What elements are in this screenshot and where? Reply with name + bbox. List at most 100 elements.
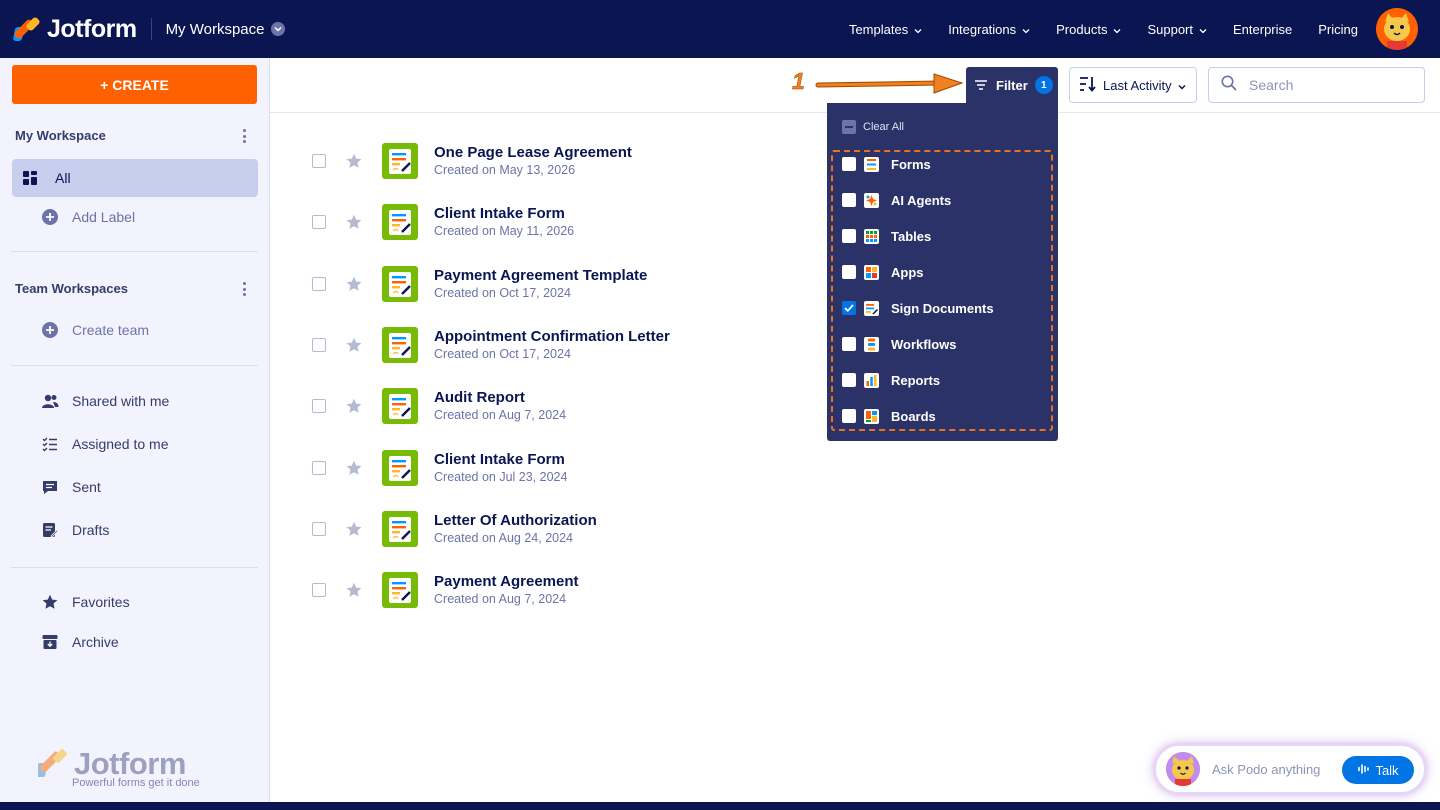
nav-link-label: Support <box>1147 21 1193 37</box>
document-title[interactable]: Payment Agreement <box>434 573 579 591</box>
nav-link-products[interactable]: Products <box>1056 22 1121 37</box>
filter-option-reports[interactable]: Reports <box>842 370 940 390</box>
filter-option-ai-agents[interactable]: AI Agents <box>842 190 951 210</box>
sidebar-item-label: Favorites <box>72 594 130 610</box>
filter-option-tables[interactable]: Tables <box>842 226 931 246</box>
filter-checkbox[interactable] <box>842 337 856 351</box>
star-icon[interactable] <box>346 153 362 169</box>
document-title[interactable]: Letter Of Authorization <box>434 512 597 530</box>
filter-option-sign-documents[interactable]: Sign Documents <box>842 298 994 318</box>
filter-option-workflows[interactable]: Workflows <box>842 334 957 354</box>
podo-avatar <box>1166 752 1200 786</box>
sidebar-item-drafts[interactable]: Drafts <box>12 511 258 549</box>
reports-icon <box>864 372 879 388</box>
row-checkbox[interactable] <box>312 154 326 168</box>
list-item[interactable]: Letter Of Authorization Created on Aug 24… <box>312 509 597 549</box>
sidebar-item-label: Assigned to me <box>72 436 169 452</box>
list-item[interactable]: Appointment Confirmation Letter Created o… <box>312 325 670 365</box>
filter-checkbox[interactable] <box>842 229 856 243</box>
talk-button[interactable]: Talk <box>1342 756 1414 784</box>
team-workspaces-more-icon[interactable] <box>239 282 249 296</box>
archive-icon <box>40 632 60 652</box>
filter-option-label: Forms <box>891 156 931 172</box>
nav-link-label: Templates <box>848 21 909 37</box>
sidebar-item-sent[interactable]: Sent <box>12 468 258 506</box>
sidebar-item-label: All <box>55 170 71 186</box>
list-item[interactable]: Payment Agreement Created on Aug 7, 2024 <box>312 570 579 610</box>
voice-wave-icon <box>1357 763 1370 778</box>
filter-option-label: Sign Documents <box>891 300 994 316</box>
nav-link-pricing[interactable]: Pricing <box>1318 22 1358 37</box>
create-button[interactable]: + CREATE <box>12 65 257 104</box>
my-workspace-more-icon[interactable] <box>239 129 249 143</box>
filter-button[interactable]: Filter 1 <box>966 67 1058 103</box>
filter-icon <box>975 78 987 93</box>
document-title[interactable]: One Page Lease Agreement <box>434 144 632 162</box>
sidebar-item-all[interactable]: All <box>12 159 258 197</box>
filter-option-forms[interactable]: Forms <box>842 154 931 174</box>
star-icon[interactable] <box>346 337 362 353</box>
nav-divider <box>150 18 152 40</box>
jotform-logo[interactable]: Jotform <box>12 15 137 44</box>
filter-checkbox[interactable] <box>842 373 856 387</box>
filter-checkbox[interactable] <box>842 157 856 171</box>
sidebar-item-shared[interactable]: Shared with me <box>12 382 258 420</box>
list-item[interactable]: Payment Agreement Template Created on Oct… <box>312 264 647 304</box>
filter-option-boards[interactable]: Boards <box>842 406 936 426</box>
user-avatar[interactable] <box>1376 8 1418 50</box>
search-input[interactable] <box>1249 77 1409 93</box>
list-item[interactable]: Audit Report Created on Aug 7, 2024 <box>312 386 566 426</box>
podo-assistant[interactable]: Ask Podo anything Talk <box>1154 744 1426 794</box>
filter-option-apps[interactable]: Apps <box>842 262 924 282</box>
nav-links: Templates Integrations Products Support Ente… <box>849 0 1358 58</box>
team-workspaces-title: Team Workspaces <box>15 281 128 296</box>
filter-checkbox[interactable] <box>842 301 856 315</box>
workspace-label: My Workspace <box>165 20 265 38</box>
workspace-switcher[interactable]: My Workspace <box>166 21 286 38</box>
top-navbar: Jotform My Workspace Templates Integratio… <box>0 0 1440 58</box>
nav-link-templates[interactable]: Templates <box>849 22 922 37</box>
star-icon[interactable] <box>346 398 362 414</box>
sidebar-item-archive[interactable]: Archive <box>12 623 258 661</box>
nav-link-enterprise[interactable]: Enterprise <box>1233 22 1292 37</box>
star-icon[interactable] <box>346 460 362 476</box>
document-title[interactable]: Payment Agreement Template <box>434 267 647 285</box>
list-item[interactable]: One Page Lease Agreement Created on May 1… <box>312 141 632 181</box>
sort-dropdown[interactable]: Last Activity <box>1069 67 1197 103</box>
nav-link-support[interactable]: Support <box>1147 22 1207 37</box>
star-icon[interactable] <box>346 521 362 537</box>
sidebar-divider <box>11 365 258 366</box>
row-checkbox[interactable] <box>312 583 326 598</box>
star-icon[interactable] <box>346 214 362 230</box>
jotform-logo-icon <box>38 749 67 777</box>
row-checkbox[interactable] <box>312 276 326 291</box>
jotform-logo-icon <box>12 16 41 41</box>
annotation-arrow-icon <box>815 73 964 94</box>
create-team-button[interactable]: Create team <box>12 311 258 349</box>
filter-checkbox[interactable] <box>842 409 856 423</box>
list-item[interactable]: Client Intake Form Created on May 11, 202… <box>312 202 574 242</box>
row-checkbox[interactable] <box>312 215 326 230</box>
filter-checkbox[interactable] <box>842 265 856 279</box>
list-item[interactable]: Client Intake Form Created on Jul 23, 202… <box>312 448 567 488</box>
document-title[interactable]: Audit Report <box>434 389 566 407</box>
row-checkbox[interactable] <box>312 399 326 414</box>
annotation-number: 1 <box>792 68 805 95</box>
star-icon[interactable] <box>346 276 362 292</box>
document-title[interactable]: Client Intake Form <box>434 205 574 223</box>
row-checkbox[interactable] <box>312 337 326 352</box>
nav-link-integrations[interactable]: Integrations <box>948 22 1030 37</box>
document-title[interactable]: Client Intake Form <box>434 451 567 469</box>
sidebar: + CREATE My Workspace All Add Label Team… <box>0 58 270 802</box>
document-title[interactable]: Appointment Confirmation Letter <box>434 328 670 346</box>
search-box[interactable] <box>1208 67 1425 103</box>
filter-checkbox[interactable] <box>842 193 856 207</box>
row-checkbox[interactable] <box>312 460 326 475</box>
sidebar-item-favorites[interactable]: Favorites <box>12 583 258 621</box>
row-checkbox[interactable] <box>312 521 326 536</box>
clear-all-button[interactable]: Clear All <box>842 120 904 134</box>
star-icon[interactable] <box>346 582 362 598</box>
sidebar-item-assigned[interactable]: Assigned to me <box>12 425 258 463</box>
add-label-button[interactable]: Add Label <box>12 198 258 236</box>
document-created-date: Created on Oct 17, 2024 <box>434 285 571 300</box>
